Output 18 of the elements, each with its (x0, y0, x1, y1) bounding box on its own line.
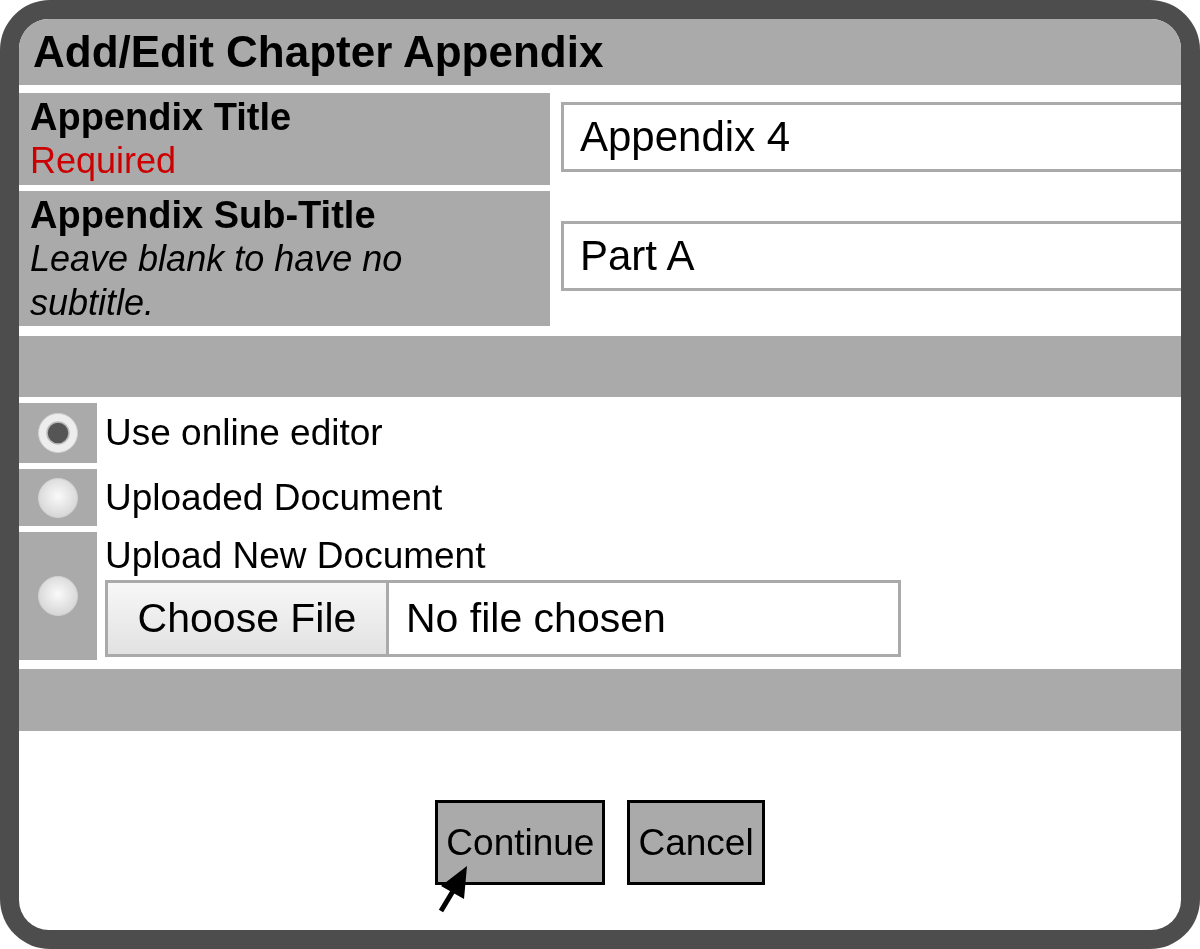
dialog-button[interactable]: Cancel (627, 800, 765, 885)
dialog-button[interactable]: Continue (435, 800, 606, 885)
option-label[interactable]: Upload New Document (105, 532, 901, 580)
radio-button[interactable] (38, 477, 78, 518)
file-input[interactable]: Choose File No file chosen (105, 580, 901, 657)
radio-button[interactable] (38, 576, 78, 616)
option-label[interactable]: Uploaded Document (105, 474, 443, 521)
option-label[interactable]: Use online editor (105, 410, 383, 456)
file-status-text: No file chosen (406, 598, 666, 639)
dialog-title: Add/Edit Chapter Appendix (33, 30, 604, 74)
required-text: Required (30, 139, 178, 183)
radio-button[interactable] (38, 413, 78, 453)
hint-text: Leave blank to have no subtitle. (30, 237, 404, 325)
choose-file-button[interactable]: Choose File (108, 583, 389, 654)
field-label: Appendix Sub-Title (30, 193, 377, 237)
field-label: Appendix Title (30, 95, 293, 139)
text-input[interactable]: Part A (561, 221, 1181, 291)
text-input[interactable]: Appendix 4 (561, 102, 1181, 172)
